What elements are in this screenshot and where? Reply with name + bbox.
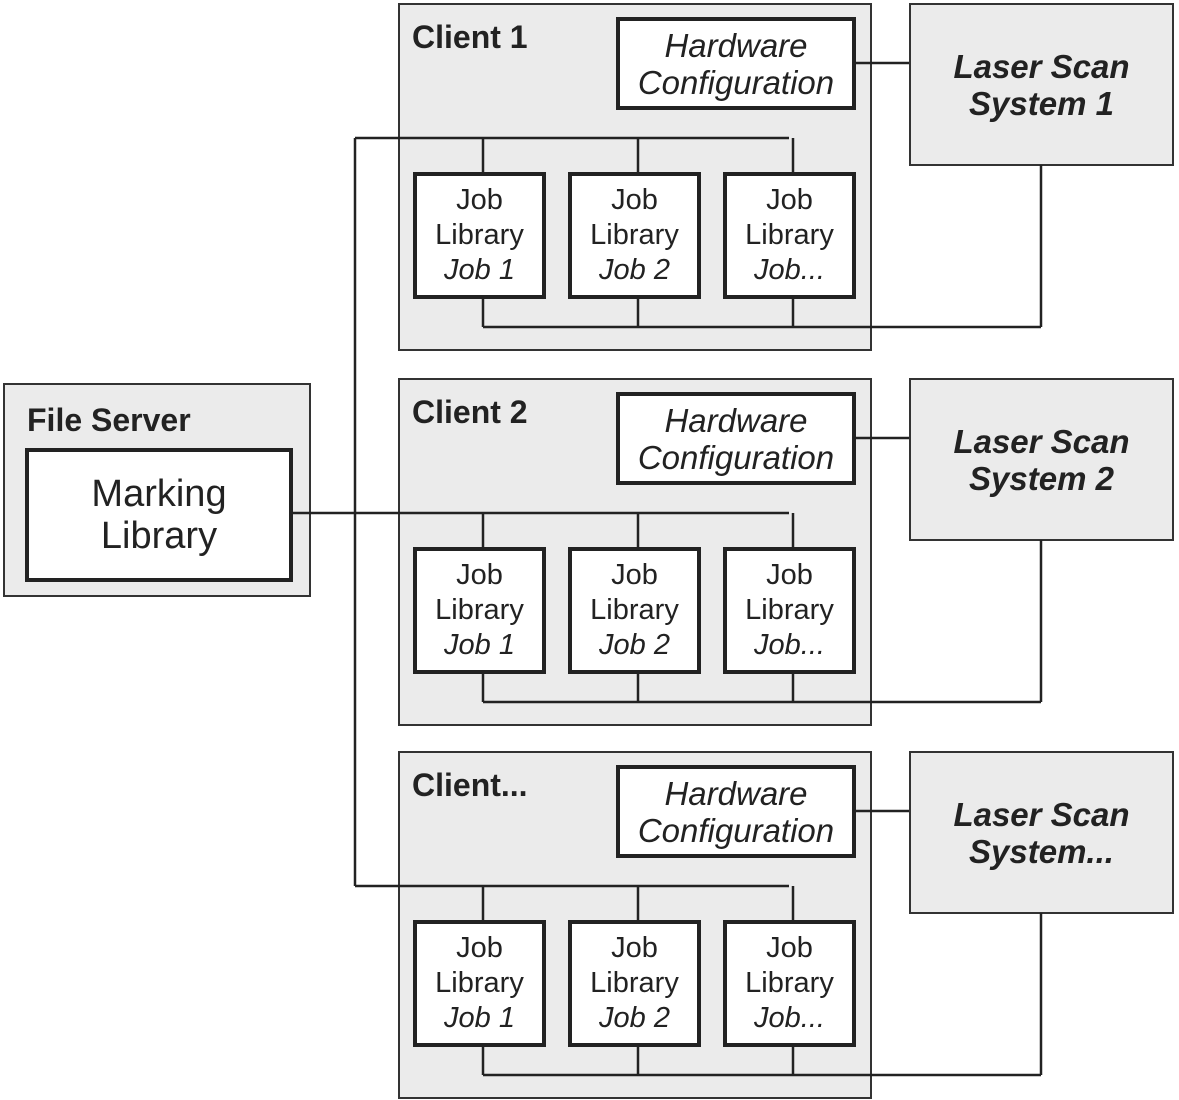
text-line: Laser Scan xyxy=(953,795,1130,833)
text-line: Job xyxy=(611,932,658,964)
text-line: Job xyxy=(766,932,813,964)
job-library-box: Job Library Job 2 xyxy=(568,547,701,674)
text-line: Job xyxy=(611,184,658,216)
file-server-box: File Server Marking Library xyxy=(3,383,311,597)
text-line: Laser Scan xyxy=(953,47,1130,85)
text-line: Library xyxy=(435,967,524,999)
text-line: Marking xyxy=(91,473,227,515)
client-title: Client 1 xyxy=(412,19,528,55)
client-title: Client... xyxy=(412,767,528,803)
text-line: Job xyxy=(456,559,503,591)
text-line: Job 1 xyxy=(444,1002,515,1034)
network-diagram: File Server Marking Library Client 1 Hardwar… xyxy=(0,0,1179,1100)
text-line: Job... xyxy=(754,1002,825,1034)
text-line: Configuration xyxy=(637,438,835,476)
text-line: Job xyxy=(766,559,813,591)
text-line: Library xyxy=(745,219,834,251)
job-library-box: Job Library Job... xyxy=(723,172,856,299)
text-line: Library xyxy=(435,594,524,626)
text-line: Hardware xyxy=(664,401,808,439)
text-line: Job 1 xyxy=(444,629,515,661)
job-library-box: Job Library Job 1 xyxy=(413,547,546,674)
text-line: System 1 xyxy=(969,84,1114,122)
text-line: Laser Scan xyxy=(953,422,1130,460)
text-line: System... xyxy=(969,832,1114,870)
text-line: Library xyxy=(590,219,679,251)
marking-library-box: Marking Library xyxy=(25,448,293,582)
client-title: Client 2 xyxy=(412,394,528,430)
text-line: Job 2 xyxy=(599,254,670,286)
text-line: Library xyxy=(435,219,524,251)
hardware-configuration-box: Hardware Configuration xyxy=(616,17,856,110)
text-line: Job xyxy=(766,184,813,216)
text-line: Configuration xyxy=(637,63,835,101)
laser-scan-system-box: Laser Scan System 1 xyxy=(909,3,1174,166)
text-line: Library xyxy=(590,967,679,999)
job-library-box: Job Library Job... xyxy=(723,920,856,1047)
text-line: Job... xyxy=(754,629,825,661)
text-line: Job... xyxy=(754,254,825,286)
job-library-box: Job Library Job 1 xyxy=(413,172,546,299)
hardware-configuration-box: Hardware Configuration xyxy=(616,392,856,485)
text-line: Hardware xyxy=(664,774,808,812)
laser-scan-system-box: Laser Scan System 2 xyxy=(909,378,1174,541)
text-line: Configuration xyxy=(637,811,835,849)
text-line: Job xyxy=(456,932,503,964)
job-library-box: Job Library Job 1 xyxy=(413,920,546,1047)
text-line: Library xyxy=(590,594,679,626)
text-line: Job xyxy=(611,559,658,591)
text-line: System 2 xyxy=(969,459,1114,497)
text-line: Job 2 xyxy=(599,1002,670,1034)
text-line: Library xyxy=(745,594,834,626)
file-server-title: File Server xyxy=(27,402,191,438)
text-line: Job 1 xyxy=(444,254,515,286)
text-line: Library xyxy=(745,967,834,999)
text-line: Library xyxy=(100,515,218,557)
laser-scan-system-box: Laser Scan System... xyxy=(909,751,1174,914)
job-library-box: Job Library Job 2 xyxy=(568,172,701,299)
text-line: Job 2 xyxy=(599,629,670,661)
job-library-box: Job Library Job... xyxy=(723,547,856,674)
text-line: Job xyxy=(456,184,503,216)
job-library-box: Job Library Job 2 xyxy=(568,920,701,1047)
text-line: Hardware xyxy=(664,26,808,64)
hardware-configuration-box: Hardware Configuration xyxy=(616,765,856,858)
